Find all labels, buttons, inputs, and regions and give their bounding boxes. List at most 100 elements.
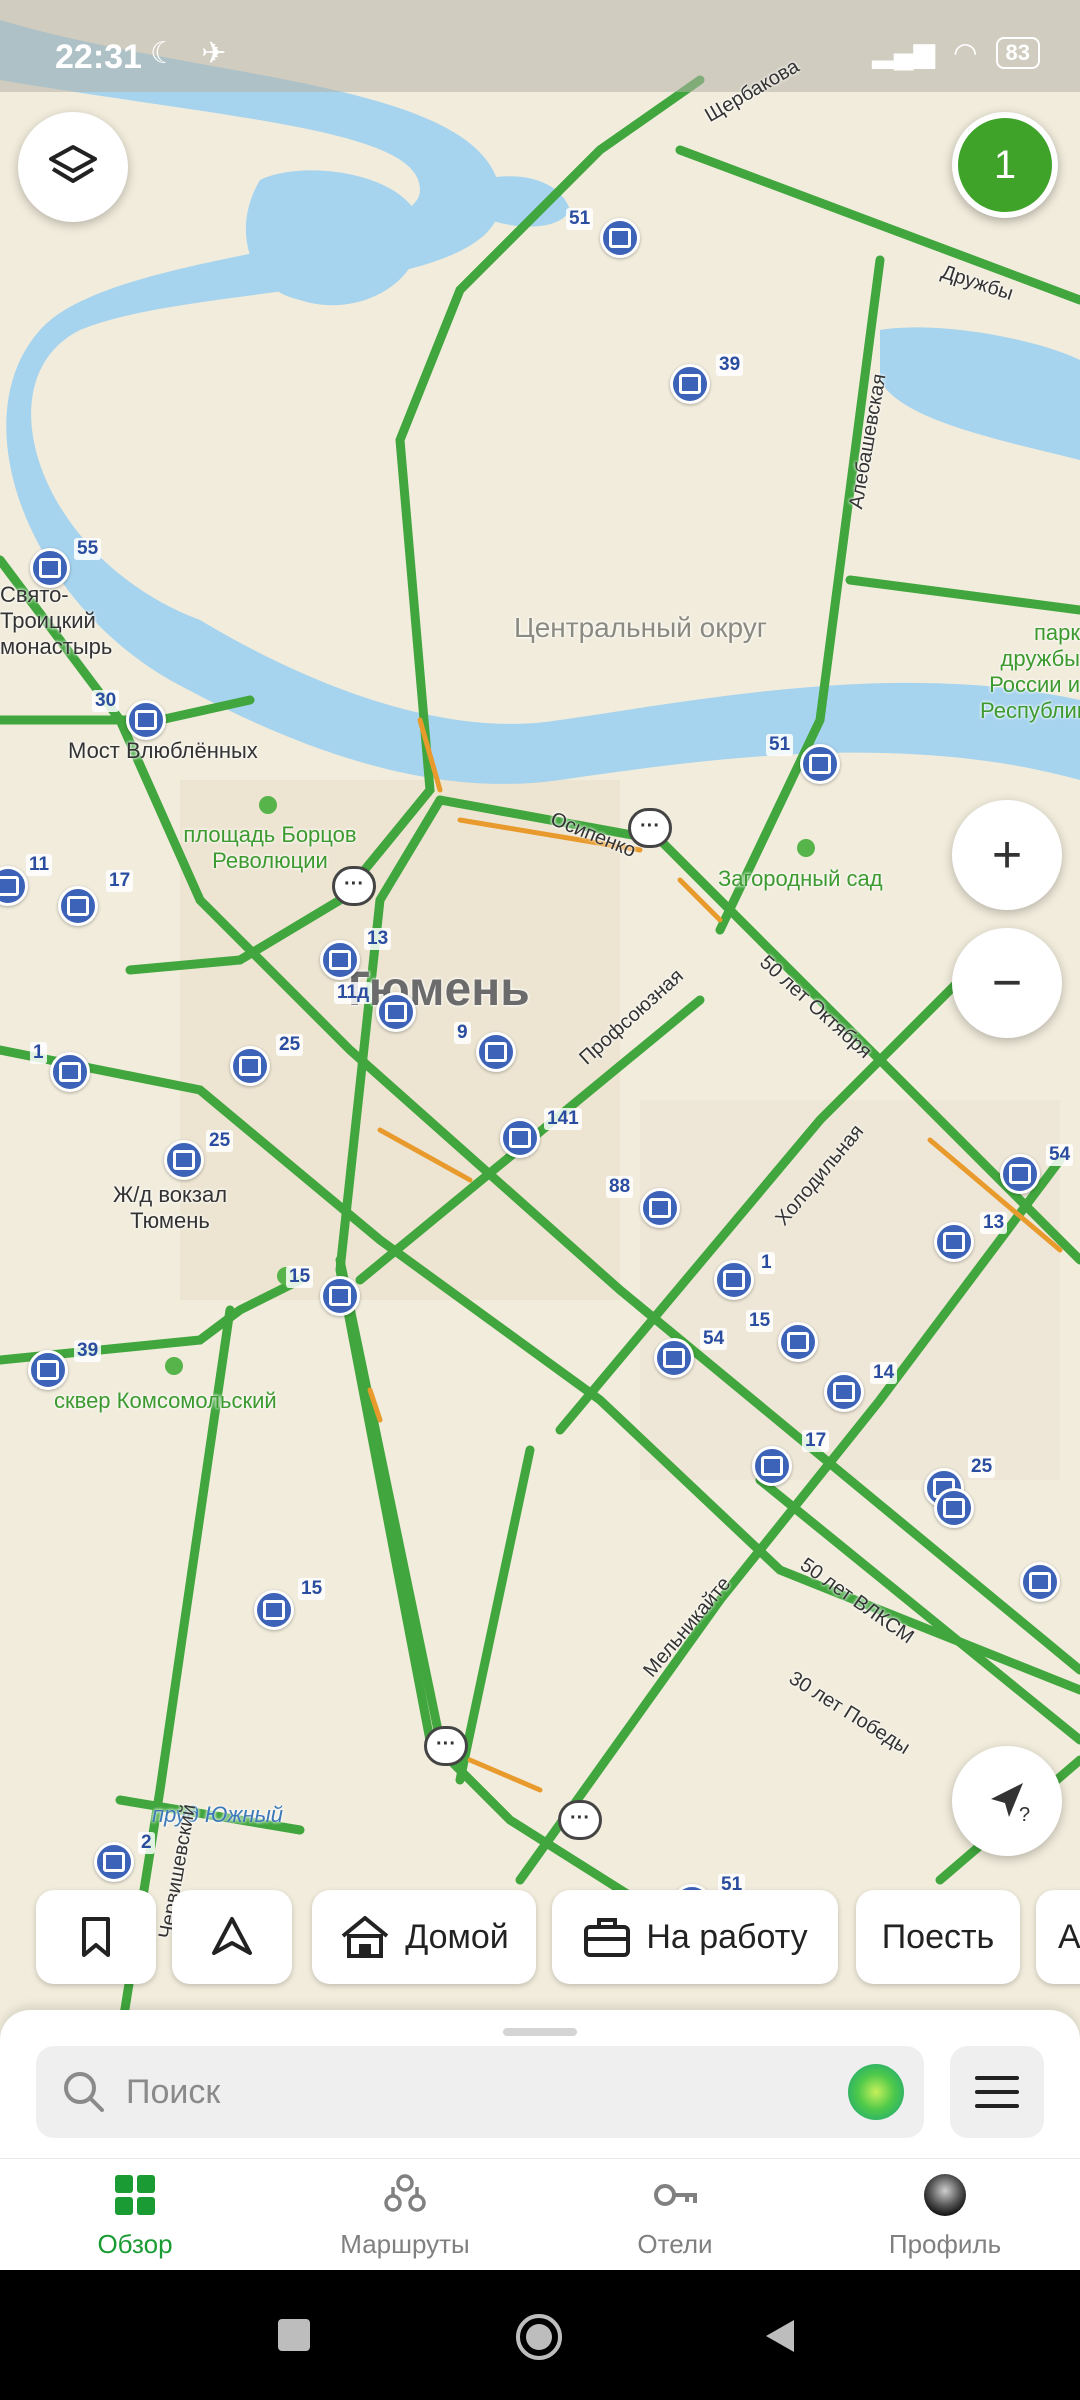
bus-stop[interactable]	[752, 1446, 792, 1486]
bus-route-number: 11	[26, 854, 53, 876]
bus-route-number: 1	[758, 1252, 775, 1274]
layers-button[interactable]	[18, 112, 128, 222]
bus-stop[interactable]	[476, 1032, 516, 1072]
bus-stop[interactable]	[824, 1372, 864, 1412]
bus-stop[interactable]	[94, 1842, 134, 1882]
bus-stop[interactable]	[934, 1222, 974, 1262]
bus-stop[interactable]	[714, 1260, 754, 1300]
map-base	[0, 0, 1080, 2040]
bus-stop[interactable]	[800, 744, 840, 784]
status-bar: 22:31 ☾ ✈ ▂▄▆ ◠ 83	[0, 0, 1080, 92]
bus-route-number: 30	[92, 690, 120, 712]
bus-route-number: 13	[980, 1212, 1008, 1234]
eat-chip[interactable]: Поесть	[856, 1890, 1020, 1984]
label-pond: пруд Южный	[152, 1802, 284, 1827]
bus-stop[interactable]	[230, 1046, 270, 1086]
bus-stop[interactable]	[50, 1052, 90, 1092]
hamburger-icon	[975, 2076, 1019, 2108]
navigator-chip[interactable]	[172, 1890, 292, 1984]
plus-icon: +	[991, 826, 1023, 884]
bus-stop[interactable]	[320, 940, 360, 980]
more-chip[interactable]: А	[1036, 1890, 1080, 1984]
system-nav-bar	[0, 2270, 1080, 2400]
back-icon[interactable]	[760, 2316, 800, 2356]
bus-stop[interactable]	[934, 1488, 974, 1528]
zoom-in-button[interactable]: +	[952, 800, 1062, 910]
bus-route-number: 51	[566, 208, 594, 230]
bus-stop[interactable]	[376, 992, 416, 1032]
tab-overview-label: Обзор	[97, 2229, 173, 2259]
tab-routes[interactable]: Маршруты	[270, 2159, 540, 2271]
label-square: площадь Борцов Революции	[183, 822, 357, 873]
minus-icon: −	[991, 954, 1023, 1012]
label-station: Ж/д вокзал Тюмень	[112, 1182, 228, 1233]
road-event-icon[interactable]: ···	[424, 1726, 468, 1766]
tab-routes-label: Маршруты	[340, 2229, 470, 2259]
search-bar[interactable]	[36, 2046, 924, 2138]
bus-stop[interactable]	[600, 218, 640, 258]
road-event-icon[interactable]: ···	[332, 866, 376, 906]
quick-actions: Домой На работу Поесть А	[0, 1890, 1080, 1986]
bus-route-number: 25	[206, 1130, 234, 1152]
work-chip[interactable]: На работу	[552, 1890, 838, 1984]
avatar	[924, 2174, 966, 2216]
road-event-icon[interactable]: ···	[628, 808, 672, 848]
road-event-icon[interactable]: ···	[558, 1800, 602, 1840]
label-skver: сквер Комсомольский	[54, 1388, 277, 1413]
bus-route-number: 55	[74, 538, 102, 560]
home-chip[interactable]: Домой	[312, 1890, 536, 1984]
bus-route-number: 51	[766, 734, 794, 756]
bus-stop[interactable]	[58, 886, 98, 926]
location-arrow-icon: ?	[991, 1783, 1030, 1826]
recents-icon[interactable]	[276, 2317, 312, 2353]
bus-stop[interactable]	[320, 1276, 360, 1316]
bus-stop[interactable]	[254, 1590, 294, 1630]
bus-route-number: 15	[298, 1578, 326, 1600]
bus-stop[interactable]	[164, 1140, 204, 1180]
home-icon	[341, 1916, 389, 1958]
work-chip-label: На работу	[646, 1917, 808, 1956]
tab-overview[interactable]: Обзор	[0, 2159, 270, 2271]
zoom-out-button[interactable]: −	[952, 928, 1062, 1038]
bus-stop[interactable]	[500, 1118, 540, 1158]
tab-profile[interactable]: Профиль	[810, 2159, 1080, 2271]
bus-route-number: 39	[74, 1340, 102, 1362]
bus-stop[interactable]	[28, 1350, 68, 1390]
bookmarks-chip[interactable]	[36, 1890, 156, 1984]
map-view[interactable]: 22:31 ☾ ✈ ▂▄▆ ◠ 83 1 + − ? Центральный о…	[0, 0, 1080, 2040]
bus-stop[interactable]	[670, 364, 710, 404]
bus-stop[interactable]	[30, 548, 70, 588]
bus-route-number: 17	[106, 870, 134, 892]
navigation-icon	[212, 1917, 252, 1955]
status-notification-icons: ☾ ✈	[150, 37, 235, 70]
search-input[interactable]	[126, 2046, 826, 2138]
home-chip-label: Домой	[405, 1917, 509, 1956]
voice-assistant-icon[interactable]	[848, 2064, 904, 2120]
key-icon	[654, 2184, 697, 2206]
bus-route-number: 25	[968, 1456, 996, 1478]
label-garden: Загородный сад	[718, 866, 883, 891]
sheet-handle[interactable]	[503, 2028, 577, 2036]
bus-route-number: 13	[364, 928, 392, 950]
signal-icon: ▂▄▆	[872, 37, 936, 68]
my-location-button[interactable]: ?	[952, 1746, 1062, 1856]
bus-route-number: 141	[544, 1108, 582, 1130]
label-park-right: парк дружбы России и Республики	[980, 620, 1080, 723]
bus-route-number: 17	[802, 1430, 830, 1452]
bus-route-number: 11д	[334, 982, 373, 1004]
bus-stop[interactable]	[1020, 1562, 1060, 1602]
notifications-badge[interactable]: 1	[952, 112, 1058, 218]
bus-stop[interactable]	[1000, 1154, 1040, 1194]
label-monastery: Свято-Троицкий монастырь	[0, 582, 113, 659]
bus-stop[interactable]	[654, 1338, 694, 1378]
home-nav-icon[interactable]	[514, 2312, 564, 2362]
bus-stop[interactable]	[126, 700, 166, 740]
bus-stop[interactable]	[640, 1188, 680, 1228]
grid-icon	[115, 2175, 155, 2215]
tab-hotels[interactable]: Отели	[540, 2159, 810, 2271]
tab-profile-label: Профиль	[888, 2229, 1002, 2259]
battery-indicator: 83	[995, 36, 1040, 69]
status-right: ▂▄▆ ◠ 83	[872, 36, 1040, 69]
menu-button[interactable]	[950, 2046, 1044, 2138]
bus-stop[interactable]	[778, 1322, 818, 1362]
